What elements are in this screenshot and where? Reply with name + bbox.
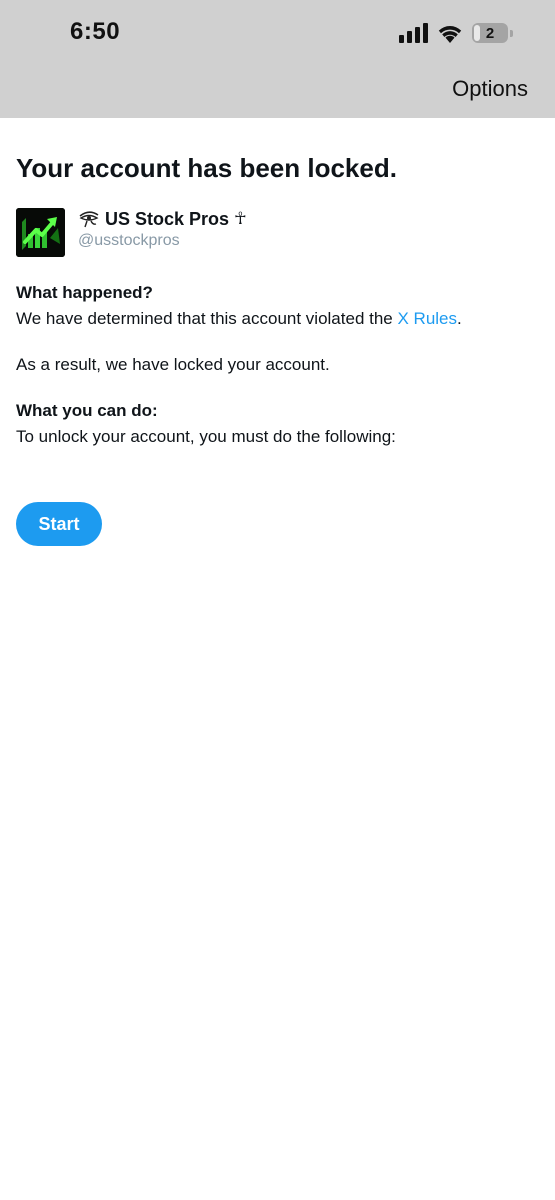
what-you-can-do-section: What you can do: To unlock your account,…: [16, 399, 536, 449]
x-rules-link[interactable]: X Rules: [397, 309, 457, 328]
what-happened-heading: What happened?: [16, 283, 153, 302]
profile-text: US Stock Pros ☥ @usstockpros: [78, 208, 247, 250]
wifi-icon: [438, 25, 462, 43]
stock-chart-arrow-icon: [16, 208, 65, 257]
status-icons: 2: [399, 20, 513, 46]
start-button[interactable]: Start: [16, 502, 102, 546]
name-symbol: ☥: [234, 209, 247, 228]
what-you-can-do-text: To unlock your account, you must do the …: [16, 427, 396, 446]
battery-cap: [510, 29, 513, 37]
display-name-row: US Stock Pros ☥: [78, 208, 247, 230]
violation-text-end: .: [457, 309, 462, 328]
what-happened-section: What happened? We have determined that t…: [16, 281, 536, 331]
avatar: [16, 208, 65, 257]
eye-of-horus-icon: [79, 211, 99, 228]
locked-account-content: Your account has been locked. US Stock P…: [16, 150, 536, 449]
status-time: 6:50: [70, 18, 121, 45]
battery-icon: 2: [472, 23, 508, 43]
what-you-can-do-heading: What you can do:: [16, 401, 158, 420]
cellular-signal-icon: [399, 23, 428, 43]
battery-level: 2: [485, 24, 495, 42]
top-bar: 6:50 2 Options: [0, 0, 555, 118]
display-name: US Stock Pros: [105, 208, 230, 229]
result-text: As a result, we have locked your account…: [16, 355, 330, 374]
page-title: Your account has been locked.: [16, 153, 397, 183]
options-button[interactable]: Options: [452, 76, 528, 102]
what-happened-text: We have determined that this account vio…: [16, 307, 536, 331]
account-handle: @usstockpros: [78, 232, 180, 249]
account-profile: US Stock Pros ☥ @usstockpros: [16, 208, 536, 257]
violation-text: We have determined that this account vio…: [16, 309, 398, 328]
